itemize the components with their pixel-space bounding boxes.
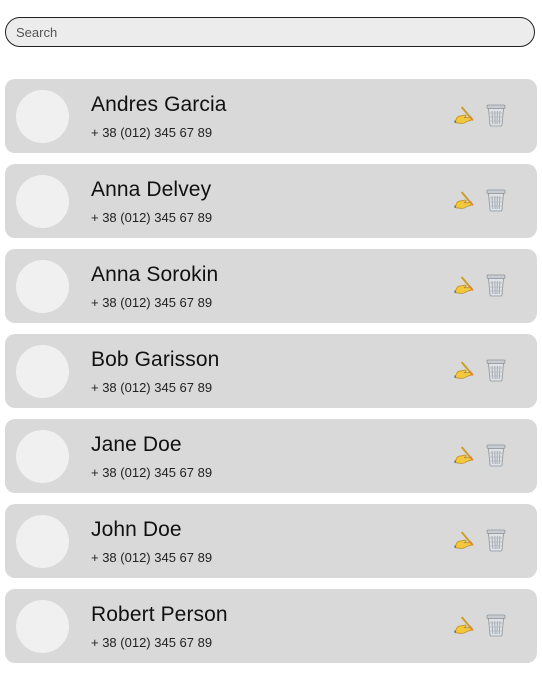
edit-button[interactable] [453, 613, 475, 637]
contact-card[interactable]: Bob Garisson + 38 (012) 345 67 89 [5, 334, 537, 408]
trash-bin-icon [486, 104, 506, 127]
card-actions [453, 188, 507, 212]
writing-hand-icon [454, 361, 474, 379]
avatar [16, 90, 69, 143]
contact-name: Anna Sorokin [91, 263, 219, 286]
trash-bin-icon [486, 614, 506, 637]
contact-phone: + 38 (012) 345 67 89 [91, 635, 213, 650]
contact-phone: + 38 (012) 345 67 89 [91, 465, 213, 480]
card-actions [453, 273, 507, 297]
contact-name: John Doe [91, 518, 182, 541]
contact-phone: + 38 (012) 345 67 89 [91, 550, 213, 565]
contact-card[interactable]: John Doe + 38 (012) 345 67 89 [5, 504, 537, 578]
edit-button[interactable] [453, 103, 475, 127]
writing-hand-icon [454, 191, 474, 209]
delete-button[interactable] [485, 188, 507, 212]
delete-button[interactable] [485, 103, 507, 127]
contact-card[interactable]: Andres Garcia + 38 (012) 345 67 89 [5, 79, 537, 153]
delete-button[interactable] [485, 613, 507, 637]
writing-hand-icon [454, 446, 474, 464]
trash-bin-icon [486, 274, 506, 297]
avatar [16, 175, 69, 228]
edit-button[interactable] [453, 273, 475, 297]
writing-hand-icon [454, 531, 474, 549]
delete-button[interactable] [485, 358, 507, 382]
avatar [16, 600, 69, 653]
contact-card[interactable]: Jane Doe + 38 (012) 345 67 89 [5, 419, 537, 493]
avatar [16, 430, 69, 483]
contact-card[interactable]: Anna Delvey + 38 (012) 345 67 89 [5, 164, 537, 238]
writing-hand-icon [454, 106, 474, 124]
contact-phone: + 38 (012) 345 67 89 [91, 210, 213, 225]
avatar [16, 515, 69, 568]
contact-card[interactable]: Robert Person + 38 (012) 345 67 89 [5, 589, 537, 663]
trash-bin-icon [486, 189, 506, 212]
card-actions [453, 528, 507, 552]
edit-button[interactable] [453, 358, 475, 382]
card-actions [453, 613, 507, 637]
edit-button[interactable] [453, 443, 475, 467]
contact-card[interactable]: Anna Sorokin + 38 (012) 345 67 89 [5, 249, 537, 323]
delete-button[interactable] [485, 273, 507, 297]
writing-hand-icon [454, 276, 474, 294]
delete-button[interactable] [485, 528, 507, 552]
contact-name: Jane Doe [91, 433, 182, 456]
contacts-page: Andres Garcia + 38 (012) 345 67 89 [0, 0, 542, 674]
contact-phone: + 38 (012) 345 67 89 [91, 380, 213, 395]
trash-bin-icon [486, 444, 506, 467]
contact-name: Anna Delvey [91, 178, 212, 201]
contact-phone: + 38 (012) 345 67 89 [91, 125, 213, 140]
contact-phone: + 38 (012) 345 67 89 [91, 295, 213, 310]
avatar [16, 345, 69, 398]
avatar [16, 260, 69, 313]
edit-button[interactable] [453, 528, 475, 552]
card-actions [453, 358, 507, 382]
delete-button[interactable] [485, 443, 507, 467]
edit-button[interactable] [453, 188, 475, 212]
contact-name: Bob Garisson [91, 348, 220, 371]
writing-hand-icon [454, 616, 474, 634]
contact-name: Andres Garcia [91, 93, 227, 116]
card-actions [453, 443, 507, 467]
search-input[interactable] [5, 17, 535, 47]
contact-name: Robert Person [91, 603, 228, 626]
contact-list: Andres Garcia + 38 (012) 345 67 89 Anna … [5, 79, 537, 674]
trash-bin-icon [486, 529, 506, 552]
card-actions [453, 103, 507, 127]
trash-bin-icon [486, 359, 506, 382]
